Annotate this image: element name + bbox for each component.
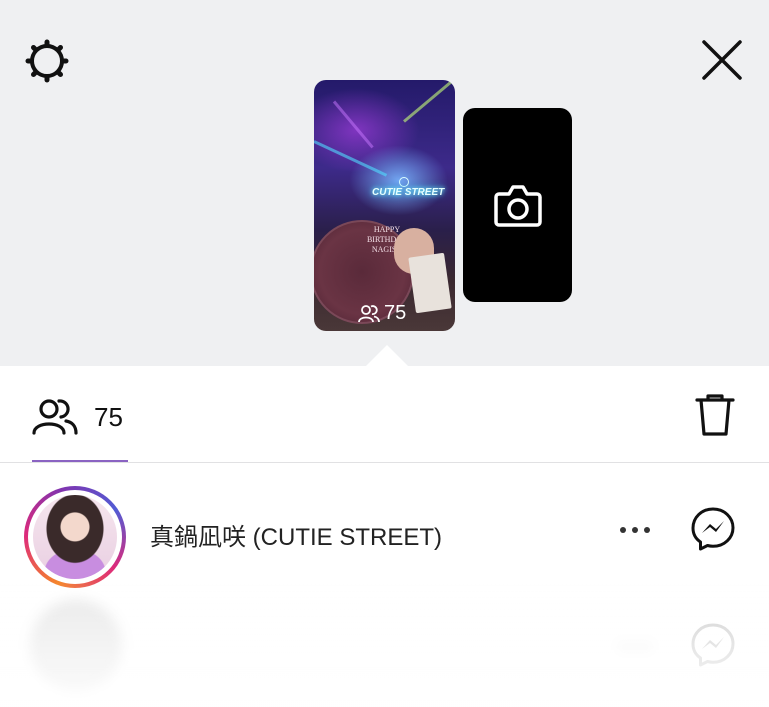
add-story-tile[interactable] — [463, 108, 572, 302]
active-tab-indicator — [32, 460, 128, 462]
venue-signage: CUTIE STREET — [372, 187, 445, 198]
more-horizontal-icon — [620, 644, 650, 650]
avatar[interactable] — [33, 495, 117, 579]
ticket-card — [408, 252, 452, 314]
more-horizontal-icon[interactable] — [618, 523, 652, 537]
avatar — [30, 600, 122, 692]
story-viewer-count: 75 — [358, 302, 406, 325]
story-thumbnail[interactable]: CUTIE STREET HAPPY BIRTHDAY NAGISA 75 — [314, 80, 455, 331]
story-ring — [24, 486, 126, 588]
people-icon[interactable] — [32, 396, 78, 436]
story-preview-area: CUTIE STREET HAPPY BIRTHDAY NAGISA 75 — [0, 0, 769, 366]
viewer-row[interactable]: 真鍋凪咲 (CUTIE STREET) — [0, 470, 769, 588]
story-viewer-count-value: 75 — [384, 302, 407, 324]
trash-icon[interactable] — [694, 392, 736, 438]
messenger-icon[interactable] — [690, 506, 736, 552]
gear-icon[interactable] — [22, 36, 72, 86]
close-icon[interactable] — [698, 36, 746, 84]
selection-pointer — [365, 345, 409, 367]
viewers-header: 75 — [0, 366, 769, 463]
messenger-icon — [691, 623, 735, 667]
viewer-count: 75 — [94, 402, 123, 432]
camera-icon — [494, 185, 542, 227]
people-icon — [358, 304, 380, 322]
viewer-name[interactable]: 真鍋凪咲 (CUTIE STREET) — [150, 517, 442, 552]
logo-mark — [399, 177, 409, 187]
